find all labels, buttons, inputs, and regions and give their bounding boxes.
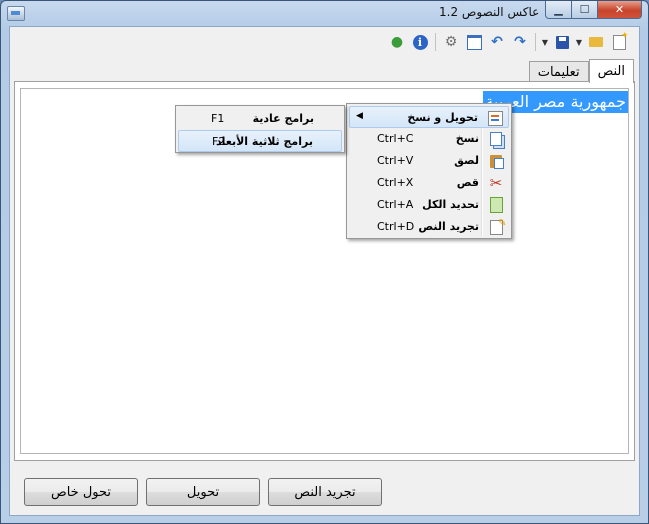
open-dropdown-icon[interactable]: ▼ xyxy=(575,38,583,47)
tab-strip: النص تعليمات xyxy=(528,59,634,83)
app-icon xyxy=(7,6,25,21)
select-all-icon xyxy=(487,196,505,214)
save-dropdown-icon[interactable]: ▼ xyxy=(541,38,549,47)
menu-item-strip-text[interactable]: Ctrl+D تجريد النص ✎ xyxy=(349,216,509,238)
toolbar-separator xyxy=(435,33,436,51)
menu-item-copy[interactable]: Ctrl+C نسخ xyxy=(349,128,509,150)
tab-text[interactable]: النص xyxy=(588,59,634,83)
app-window: عاكس النصوص 1.2 ▁ ☐ ✕ ● i ⚙ ↶ ↷ ▼ ▼ ✦ ال… xyxy=(0,0,649,524)
strip-text-button[interactable]: تجريد النص xyxy=(268,478,382,506)
window-title: عاكس النصوص 1.2 xyxy=(439,5,540,19)
copy-icon xyxy=(487,130,505,148)
submenu-item-3d-programs[interactable]: F2 برامج ثلاثية الأبعاد xyxy=(178,130,342,152)
convert-copy-icon xyxy=(486,109,504,127)
window-icon[interactable] xyxy=(464,32,484,52)
submenu-arrow-icon: ◀ xyxy=(356,111,363,121)
maximize-button[interactable]: ☐ xyxy=(572,1,598,19)
bottom-button-bar: تحول خاص تحويل تجريد النص xyxy=(24,478,382,506)
title-bar[interactable]: عاكس النصوص 1.2 ▁ ☐ ✕ xyxy=(1,1,648,25)
paste-icon xyxy=(487,152,505,170)
tab-instructions[interactable]: تعليمات xyxy=(528,61,589,82)
menu-item-select-all[interactable]: Ctrl+A تحديد الكل xyxy=(349,194,509,216)
new-file-icon[interactable]: ✦ xyxy=(609,31,629,52)
cut-icon: ✂ xyxy=(489,174,503,192)
context-menu: ◀ تحويل و نسخ Ctrl+C نسخ Ctrl+V لصق Ctrl… xyxy=(346,103,512,239)
open-folder-icon[interactable] xyxy=(586,32,606,52)
undo-icon[interactable]: ↶ xyxy=(487,32,507,52)
submenu-item-regular-programs[interactable]: F1 برامج عادية xyxy=(178,108,342,130)
menu-item-paste[interactable]: Ctrl+V لصق xyxy=(349,150,509,172)
menu-item-convert-copy[interactable]: ◀ تحويل و نسخ xyxy=(349,106,509,128)
toolbar-separator xyxy=(535,33,536,51)
info-icon[interactable]: i xyxy=(410,32,430,52)
toolbar: ● i ⚙ ↶ ↷ ▼ ▼ ✦ xyxy=(387,31,629,53)
settings-icon[interactable]: ⚙ xyxy=(441,32,461,52)
client-area: ● i ⚙ ↶ ↷ ▼ ▼ ✦ النص تعليمات جمهورية مصر… xyxy=(9,26,640,516)
minimize-button[interactable]: ▁ xyxy=(545,1,572,19)
close-button[interactable]: ✕ xyxy=(598,1,642,19)
convert-button[interactable]: تحويل xyxy=(146,478,260,506)
menu-item-cut[interactable]: Ctrl+X قص ✂ xyxy=(349,172,509,194)
save-icon[interactable] xyxy=(552,32,572,52)
globe-icon[interactable]: ● xyxy=(387,32,407,52)
window-controls: ▁ ☐ ✕ xyxy=(545,1,642,19)
strip-text-icon: ✎ xyxy=(487,218,507,236)
special-convert-button[interactable]: تحول خاص xyxy=(24,478,138,506)
redo-icon[interactable]: ↷ xyxy=(510,32,530,52)
submenu: F1 برامج عادية F2 برامج ثلاثية الأبعاد xyxy=(175,105,345,153)
